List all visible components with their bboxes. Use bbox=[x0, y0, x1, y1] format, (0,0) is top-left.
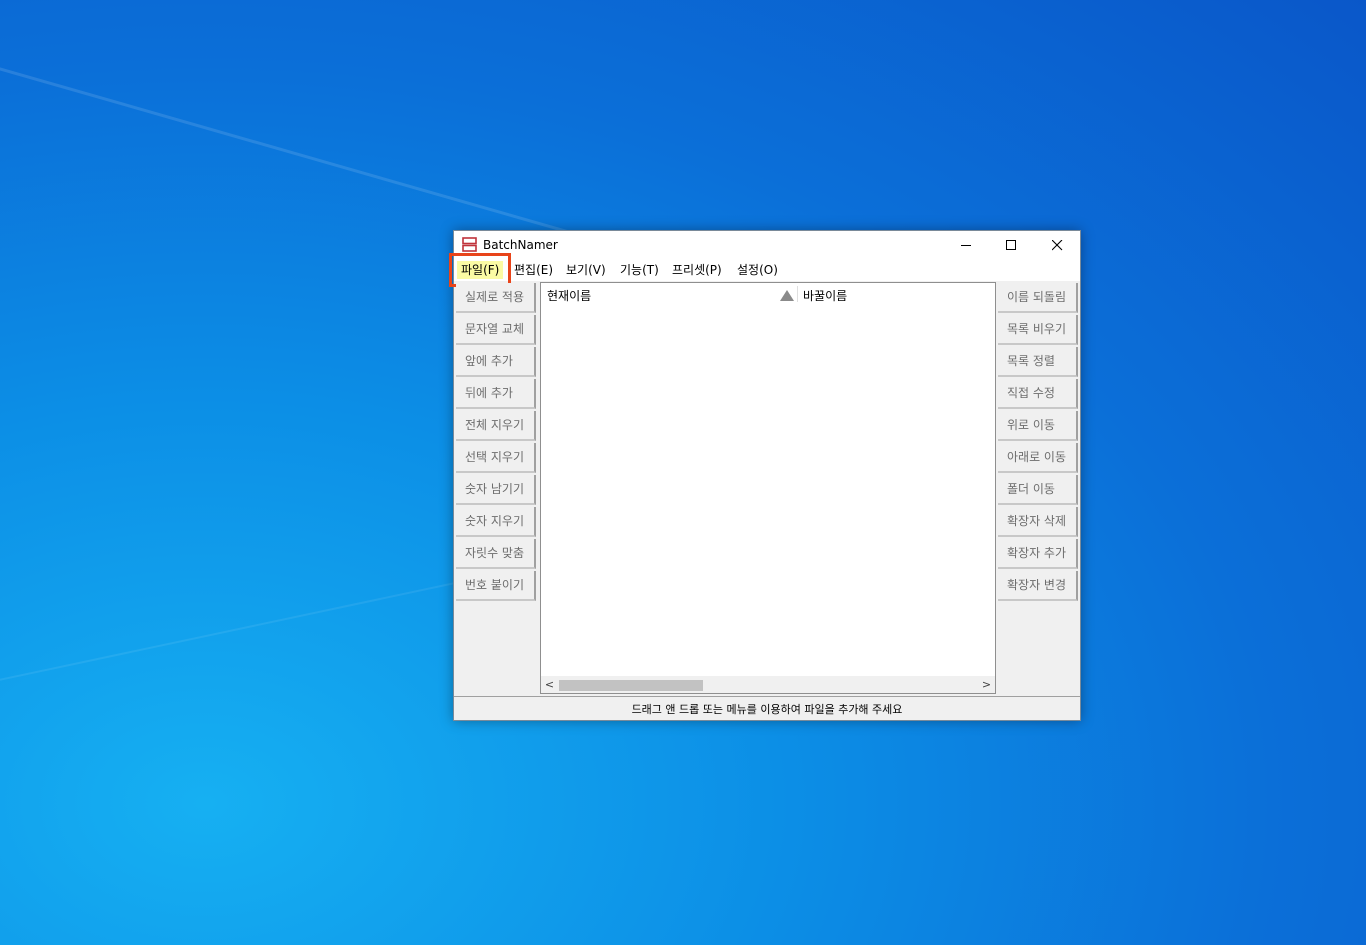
add-numbering-button[interactable]: 번호 붙이기 bbox=[456, 571, 536, 601]
left-button-panel: 실제로 적용 문자열 교체 앞에 추가 뒤에 추가 전체 지우기 선택 지우기 … bbox=[454, 282, 538, 696]
window-title: BatchNamer bbox=[483, 238, 558, 252]
scroll-left-icon[interactable]: < bbox=[541, 676, 558, 693]
sort-list-button[interactable]: 목록 정렬 bbox=[998, 347, 1078, 377]
maximize-icon bbox=[1006, 239, 1016, 250]
close-button[interactable] bbox=[1035, 231, 1080, 259]
add-extension-button[interactable]: 확장자 추가 bbox=[998, 539, 1078, 569]
change-extension-button[interactable]: 확장자 변경 bbox=[998, 571, 1078, 601]
maximize-button[interactable] bbox=[989, 231, 1034, 259]
clear-all-button[interactable]: 전체 지우기 bbox=[456, 411, 536, 441]
column-new-name[interactable]: 바꿀이름 bbox=[803, 287, 847, 304]
desktop-background: BatchNamer 파일(F) 편집(E) 보기(V) 기능(T) 프리셋(P… bbox=[0, 0, 1366, 945]
status-message: 드래그 앤 드롭 또는 메뉴를 이용하여 파일을 추가해 주세요 bbox=[631, 703, 903, 716]
delete-extension-button[interactable]: 확장자 삭제 bbox=[998, 507, 1078, 537]
menu-view[interactable]: 보기(V) bbox=[562, 261, 610, 279]
keep-numbers-button[interactable]: 숫자 남기기 bbox=[456, 475, 536, 505]
menu-bar: 파일(F) 편집(E) 보기(V) 기능(T) 프리셋(P) 설정(O) bbox=[448, 253, 1080, 287]
column-separator[interactable] bbox=[797, 286, 798, 302]
clear-list-button[interactable]: 목록 비우기 bbox=[998, 315, 1078, 345]
title-bar[interactable]: BatchNamer bbox=[454, 231, 1080, 259]
app-window: BatchNamer 파일(F) 편집(E) 보기(V) 기능(T) 프리셋(P… bbox=[448, 230, 1081, 721]
replace-string-button[interactable]: 문자열 교체 bbox=[456, 315, 536, 345]
menu-edit[interactable]: 편집(E) bbox=[510, 261, 557, 279]
menu-settings[interactable]: 설정(O) bbox=[733, 261, 782, 279]
add-suffix-button[interactable]: 뒤에 추가 bbox=[456, 379, 536, 409]
apply-button[interactable]: 실제로 적용 bbox=[456, 283, 536, 313]
pad-digits-button[interactable]: 자릿수 맞춤 bbox=[456, 539, 536, 569]
horizontal-scrollbar[interactable]: < > bbox=[541, 676, 995, 693]
batchnamer-icon bbox=[462, 237, 477, 252]
direct-edit-button[interactable]: 직접 수정 bbox=[998, 379, 1078, 409]
menu-preset[interactable]: 프리셋(P) bbox=[668, 261, 726, 279]
right-button-panel: 이름 되돌림 목록 비우기 목록 정렬 직접 수정 위로 이동 아래로 이동 폴… bbox=[996, 282, 1080, 696]
menu-function[interactable]: 기능(T) bbox=[616, 261, 663, 279]
undo-rename-button[interactable]: 이름 되돌림 bbox=[998, 283, 1078, 313]
scroll-thumb[interactable] bbox=[559, 680, 703, 691]
minimize-icon bbox=[961, 244, 971, 246]
clear-selected-button[interactable]: 선택 지우기 bbox=[456, 443, 536, 473]
add-prefix-button[interactable]: 앞에 추가 bbox=[456, 347, 536, 377]
minimize-button[interactable] bbox=[944, 231, 989, 259]
sort-ascending-icon bbox=[780, 290, 794, 301]
status-bar: 드래그 앤 드롭 또는 메뉴를 이용하여 파일을 추가해 주세요 bbox=[454, 696, 1080, 720]
file-list[interactable]: 현재이름 바꿀이름 < > bbox=[540, 282, 996, 694]
move-down-button[interactable]: 아래로 이동 bbox=[998, 443, 1078, 473]
scroll-right-icon[interactable]: > bbox=[978, 676, 995, 693]
close-icon bbox=[1052, 239, 1063, 250]
move-up-button[interactable]: 위로 이동 bbox=[998, 411, 1078, 441]
move-folder-button[interactable]: 폴더 이동 bbox=[998, 475, 1078, 505]
menu-file[interactable]: 파일(F) bbox=[448, 253, 512, 287]
remove-numbers-button[interactable]: 숫자 지우기 bbox=[456, 507, 536, 537]
column-current-name[interactable]: 현재이름 bbox=[547, 287, 591, 304]
